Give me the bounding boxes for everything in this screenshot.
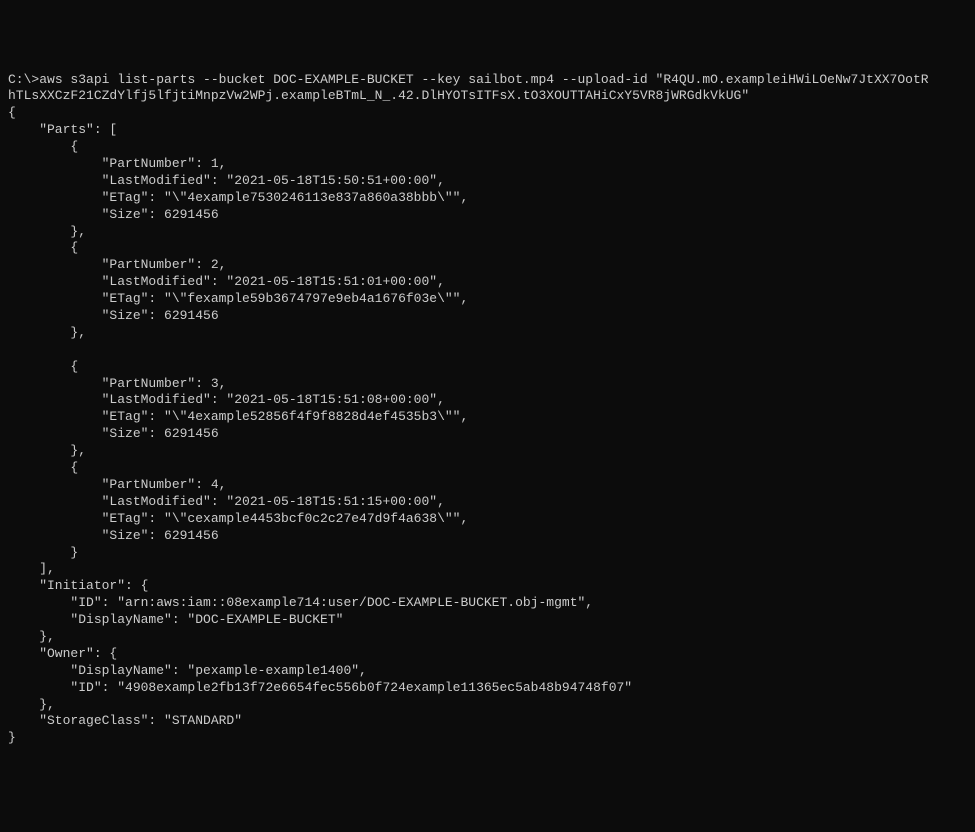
owner-close: }, — [8, 697, 55, 712]
part-2-etag: "ETag": "\"fexample59b3674797e9eb4a1676f… — [8, 291, 468, 306]
part-1-close: }, — [8, 224, 86, 239]
part-2-open: { — [8, 240, 78, 255]
command-line-1: aws s3api list-parts --bucket DOC-EXAMPL… — [39, 72, 928, 87]
part-1-open: { — [8, 139, 78, 154]
owner-open: "Owner": { — [8, 646, 117, 661]
terminal-output: C:\>aws s3api list-parts --bucket DOC-EX… — [8, 72, 967, 748]
prompt: C:\> — [8, 72, 39, 87]
part-2-close: }, — [8, 325, 86, 340]
part-2-number: "PartNumber": 2, — [8, 257, 226, 272]
part-3-lastmodified: "LastModified": "2021-05-18T15:51:08+00:… — [8, 392, 445, 407]
part-1-size: "Size": 6291456 — [8, 207, 219, 222]
part-3-number: "PartNumber": 3, — [8, 376, 226, 391]
initiator-close: }, — [8, 629, 55, 644]
owner-id: "ID": "4908example2fb13f72e6654fec556b0f… — [8, 680, 632, 695]
parts-close: ], — [8, 561, 55, 576]
part-4-open: { — [8, 460, 78, 475]
part-4-close: } — [8, 545, 78, 560]
storageclass: "StorageClass": "STANDARD" — [8, 713, 242, 728]
part-3-close: }, — [8, 443, 86, 458]
part-3-size: "Size": 6291456 — [8, 426, 219, 441]
parts-key: "Parts": [ — [8, 122, 117, 137]
initiator-open: "Initiator": { — [8, 578, 148, 593]
part-4-etag: "ETag": "\"cexample4453bcf0c2c27e47d9f4a… — [8, 511, 468, 526]
part-1-number: "PartNumber": 1, — [8, 156, 226, 171]
owner-displayname: "DisplayName": "pexample-example1400", — [8, 663, 367, 678]
initiator-displayname: "DisplayName": "DOC-EXAMPLE-BUCKET" — [8, 612, 343, 627]
part-2-lastmodified: "LastModified": "2021-05-18T15:51:01+00:… — [8, 274, 445, 289]
json-close-brace: } — [8, 730, 16, 745]
part-3-open: { — [8, 359, 78, 374]
json-open-brace: { — [8, 105, 16, 120]
initiator-id: "ID": "arn:aws:iam::08example714:user/DO… — [8, 595, 593, 610]
part-4-lastmodified: "LastModified": "2021-05-18T15:51:15+00:… — [8, 494, 445, 509]
part-1-etag: "ETag": "\"4example7530246113e837a860a38… — [8, 190, 468, 205]
part-3-etag: "ETag": "\"4example52856f4f9f8828d4ef453… — [8, 409, 468, 424]
part-4-size: "Size": 6291456 — [8, 528, 219, 543]
command-line-2: hTLsXXCzF21CZdYlfj5lfjtiMnpzVw2WPj.examp… — [8, 88, 749, 103]
part-4-number: "PartNumber": 4, — [8, 477, 226, 492]
part-1-lastmodified: "LastModified": "2021-05-18T15:50:51+00:… — [8, 173, 445, 188]
part-2-size: "Size": 6291456 — [8, 308, 219, 323]
